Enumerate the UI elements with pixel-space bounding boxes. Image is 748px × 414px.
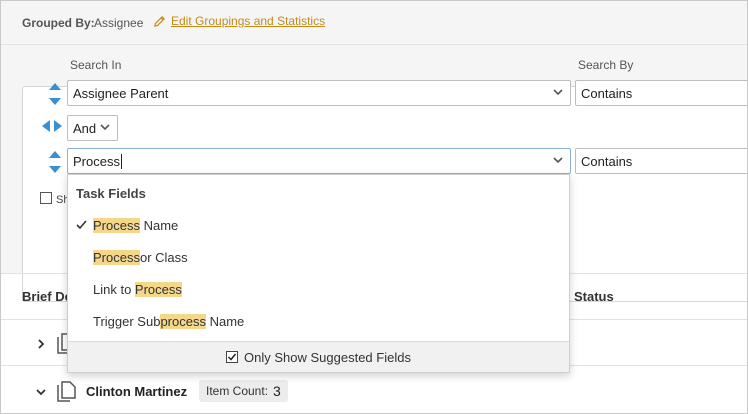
- dropdown-option[interactable]: Trigger Sub process Name: [68, 307, 569, 335]
- only-suggested-toggle[interactable]: Only Show Suggested Fields: [68, 341, 569, 372]
- item-count-label: Item Count:: [206, 384, 269, 398]
- option-text: or Class: [139, 249, 188, 265]
- search-in-select-1-value: Assignee Parent: [73, 85, 169, 101]
- dropdown-group-label: Task Fields: [76, 186, 146, 201]
- dropdown-option[interactable]: Link to Process: [68, 275, 569, 303]
- indent-left-right-icon[interactable]: [41, 120, 63, 132]
- conjunction-select[interactable]: And: [67, 115, 118, 141]
- text-caret: [120, 153, 122, 169]
- option-text: Name: [205, 313, 245, 329]
- chevron-right-icon[interactable]: [36, 339, 46, 349]
- search-in-label: Search In: [70, 58, 122, 72]
- item-count-badge: Item Count: 3: [199, 380, 288, 402]
- search-in-input-2[interactable]: Process: [67, 148, 571, 174]
- reorder-updown-icon[interactable]: [48, 148, 62, 176]
- grouping-bar: Grouped By: Assignee Edit Groupings and …: [1, 1, 747, 45]
- app-frame: Grouped By: Assignee Edit Groupings and …: [0, 0, 748, 414]
- reorder-updown-icon[interactable]: [48, 80, 62, 108]
- grouped-by-value: Assignee: [94, 16, 144, 30]
- search-by-select-1-value: Contains: [581, 85, 633, 101]
- option-text: Trigger Sub: [93, 313, 161, 329]
- chevron-down-icon[interactable]: [36, 387, 46, 397]
- field-suggestions-dropdown: Task Fields Process Name Process or Class L…: [67, 174, 570, 373]
- match-highlight: Process: [134, 281, 182, 297]
- match-highlight: Process: [93, 249, 140, 265]
- checkmark-icon: [76, 220, 87, 230]
- option-text: Link to: [93, 281, 135, 297]
- only-suggested-label: Only Show Suggested Fields: [244, 349, 411, 365]
- dropdown-option[interactable]: Process Name: [68, 211, 569, 239]
- conjunction-value: And: [73, 120, 97, 136]
- group-name: Clinton Martinez: [86, 384, 188, 399]
- dropdown-option[interactable]: Process or Class: [68, 243, 569, 271]
- search-by-select-1[interactable]: Contains: [575, 80, 747, 106]
- option-text: Name: [139, 217, 179, 233]
- column-header-brief[interactable]: Brief De: [22, 289, 72, 304]
- pencil-icon: [154, 15, 165, 27]
- grouped-by-label: Grouped By:: [22, 16, 95, 30]
- search-by-select-2-value: Contains: [581, 153, 633, 169]
- only-suggested-checkbox[interactable]: [226, 351, 239, 363]
- search-by-select-2[interactable]: Contains: [575, 148, 747, 174]
- checkmark-icon: [228, 353, 237, 361]
- group-copy-icon: [57, 381, 76, 402]
- match-highlight: Process: [93, 217, 140, 233]
- match-highlight: process: [160, 313, 206, 329]
- item-count-value: 3: [273, 383, 281, 399]
- search-by-label: Search By: [578, 58, 634, 72]
- show-options-checkbox[interactable]: [40, 192, 52, 204]
- search-in-select-1[interactable]: Assignee Parent: [67, 80, 571, 106]
- chevron-down-icon: [553, 89, 563, 96]
- column-header-status[interactable]: Status: [574, 289, 614, 304]
- edit-groupings-label: Edit Groupings and Statistics: [171, 14, 326, 28]
- chevron-down-icon: [553, 157, 563, 164]
- edit-groupings-link[interactable]: Edit Groupings and Statistics: [153, 14, 325, 28]
- chevron-down-icon: [100, 124, 110, 131]
- search-in-input-2-value: Process: [73, 153, 120, 169]
